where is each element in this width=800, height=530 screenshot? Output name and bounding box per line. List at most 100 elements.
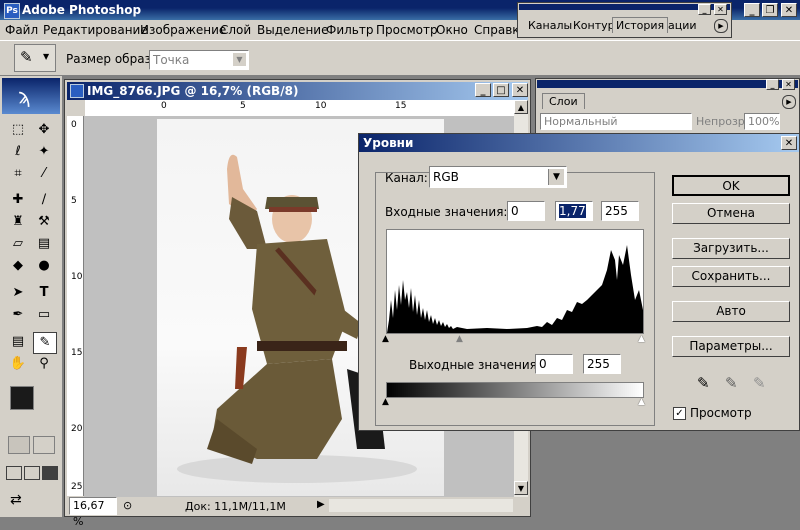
menu-edit[interactable]: Редактирование (43, 23, 148, 37)
palette-close-button[interactable]: ✕ (782, 79, 795, 90)
menu-view[interactable]: Просмотр (376, 23, 438, 37)
output-black-slider[interactable]: ▲ (382, 397, 389, 407)
opacity-value: 100% (748, 115, 780, 128)
gradient-tool-icon[interactable]: ▤ (33, 234, 55, 254)
slice-tool-icon[interactable]: ⁄ (33, 164, 55, 184)
quick-mask-icon[interactable] (33, 436, 55, 454)
auto-button[interactable]: Авто (672, 301, 790, 322)
input-black-field[interactable]: 0 (507, 201, 545, 221)
save-button[interactable]: Сохранить... (672, 266, 790, 287)
channel-select[interactable]: RGB ▼ (429, 166, 567, 188)
tool-preset-picker[interactable]: ✎ ▼ (14, 44, 56, 72)
input-white-slider[interactable]: ▲ (638, 334, 645, 344)
tab-channels[interactable]: Каналы (528, 19, 572, 32)
tab-layers[interactable]: Слои (542, 93, 585, 109)
standard-mode-icon[interactable] (8, 436, 30, 454)
output-levels-label: Выходные значения: (409, 358, 541, 372)
history-palette: _ ✕ Каналы Контуры История ации ▶ (517, 2, 732, 38)
foreground-color-swatch[interactable] (10, 386, 34, 410)
lasso-tool-icon[interactable]: ℓ (7, 142, 29, 162)
output-black-value: 0 (539, 357, 547, 371)
input-black-slider[interactable]: ▲ (382, 334, 389, 344)
document-close-button[interactable]: ✕ (512, 83, 528, 97)
palette-menu-icon[interactable]: ▶ (714, 19, 728, 33)
eyedropper-icon: ✎ (20, 48, 33, 66)
cancel-button[interactable]: Отмена (672, 203, 790, 224)
input-gamma-field[interactable]: 1,77 (555, 201, 593, 221)
notes-tool-icon[interactable]: ▤ (7, 332, 29, 352)
document-maximize-button[interactable]: □ (493, 83, 509, 97)
opacity-field[interactable]: 100% (744, 113, 780, 130)
status-bar: 16,67 % ⊙ Док: 11,1M/11,1M ▶ (67, 497, 528, 528)
palette-close-button[interactable]: ✕ (714, 4, 727, 15)
load-button[interactable]: Загрузить... (672, 238, 790, 259)
menu-layer[interactable]: Слой (220, 23, 251, 37)
ruler-left-label: 25 (71, 482, 83, 492)
input-gamma-value: 1,77 (559, 204, 586, 218)
crop-tool-icon[interactable]: ⌗ (7, 164, 29, 184)
shape-tool-icon[interactable]: ▭ (33, 305, 55, 325)
marquee-tool-icon[interactable]: ⬚ (7, 120, 29, 140)
path-select-icon[interactable]: ➤ (7, 283, 29, 303)
histogram-graph (387, 245, 643, 333)
eraser-tool-icon[interactable]: ▱ (7, 234, 29, 254)
levels-close-button[interactable]: ✕ (781, 136, 797, 150)
output-white-slider[interactable]: ▲ (638, 397, 645, 407)
white-eyedropper-icon[interactable]: ✎ (753, 374, 766, 392)
menu-window[interactable]: Окно (436, 23, 468, 37)
menu-select[interactable]: Выделение (257, 23, 328, 37)
ruler-top-label: 5 (240, 101, 246, 111)
ok-button[interactable]: OK (672, 175, 790, 196)
status-menu-icon[interactable]: ▶ (317, 499, 325, 510)
ruler-left-label: 0 (71, 120, 77, 130)
input-white-field[interactable]: 255 (601, 201, 639, 221)
scroll-up-button[interactable]: ▲ (514, 100, 528, 114)
blend-mode-select[interactable]: Нормальный (540, 113, 692, 130)
input-gamma-slider[interactable]: ▲ (456, 334, 463, 344)
tab-history[interactable]: История (612, 17, 669, 33)
close-button[interactable]: ✕ (781, 3, 797, 17)
clone-stamp-icon[interactable]: ♜ (7, 212, 29, 232)
menu-image[interactable]: Изображение (140, 23, 226, 37)
output-black-field[interactable]: 0 (535, 354, 573, 374)
zoom-level-field[interactable]: 16,67 % (69, 497, 117, 528)
palette-minimize-button[interactable]: _ (698, 4, 711, 15)
sample-size-select[interactable]: Точка ▼ (149, 50, 249, 70)
screen-mode-full-icon[interactable] (42, 466, 58, 480)
levels-title: Уровни (363, 136, 414, 150)
histogram (386, 229, 644, 334)
levels-dialog: Уровни ✕ Канал: RGB ▼ Входные значения: … (358, 133, 800, 431)
zoom-options-icon[interactable]: ⊙ (123, 499, 132, 512)
type-tool-icon[interactable]: T (33, 283, 55, 303)
preview-checkbox[interactable]: ✓ (673, 407, 686, 420)
palette-menu-icon[interactable]: ▶ (782, 95, 796, 109)
tab-actions[interactable]: ации (668, 19, 697, 32)
horizontal-scrollbar[interactable] (329, 499, 513, 512)
scroll-down-button[interactable]: ▼ (514, 481, 528, 495)
dodge-tool-icon[interactable]: ● (33, 256, 55, 276)
pen-tool-icon[interactable]: ✒ (7, 305, 29, 325)
history-brush-icon[interactable]: ⚒ (33, 212, 55, 232)
healing-brush-icon[interactable]: ✚ (7, 190, 29, 210)
menu-filter[interactable]: Фильтр (326, 23, 373, 37)
menu-file[interactable]: Файл (5, 23, 38, 37)
black-eyedropper-icon[interactable]: ✎ (697, 374, 710, 392)
blend-mode-value: Нормальный (544, 115, 618, 128)
options-button[interactable]: Параметры... (672, 336, 790, 357)
restore-button[interactable]: ❐ (762, 3, 778, 17)
palette-minimize-button[interactable]: _ (766, 79, 779, 90)
magic-wand-tool-icon[interactable]: ✦ (33, 142, 55, 162)
minimize-button[interactable]: _ (744, 3, 760, 17)
move-tool-icon[interactable]: ✥ (33, 120, 55, 140)
eyedropper-tool-icon[interactable]: ✎ (33, 332, 57, 354)
hand-tool-icon[interactable]: ✋ (7, 354, 29, 374)
zoom-tool-icon[interactable]: ⚲ (33, 354, 55, 374)
blur-tool-icon[interactable]: ◆ (7, 256, 29, 276)
screen-mode-standard-icon[interactable] (6, 466, 22, 480)
gray-eyedropper-icon[interactable]: ✎ (725, 374, 738, 392)
jump-to-imageready-icon[interactable]: ⇄ (10, 492, 22, 508)
document-minimize-button[interactable]: _ (475, 83, 491, 97)
screen-mode-full-menu-icon[interactable] (24, 466, 40, 480)
output-white-field[interactable]: 255 (583, 354, 621, 374)
brush-tool-icon[interactable]: ∕ (33, 190, 55, 210)
